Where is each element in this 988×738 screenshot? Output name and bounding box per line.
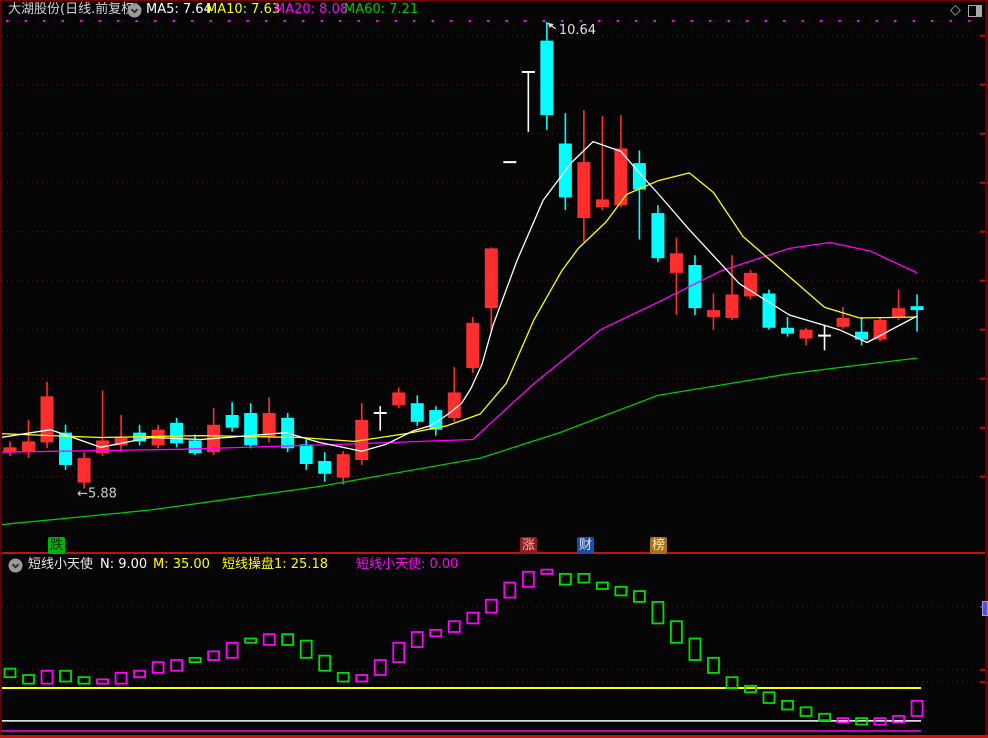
ma10-label: MA10: 7.63 — [206, 2, 281, 17]
indicator-value-angel: 短线小天使: 0.00 — [356, 557, 459, 572]
stock-title: 大湖股份(日线.前复权) — [8, 2, 140, 17]
svg-text:10.64: 10.64 — [559, 23, 596, 38]
main-chart-header: 大湖股份(日线.前复权) MA5: 7.64 MA10: 7.63 MA20: … — [0, 0, 988, 20]
window-border-left — [0, 0, 2, 738]
split-window-icon[interactable] — [968, 5, 982, 17]
right-edge-marker[interactable] — [982, 601, 988, 616]
footer-link-cai[interactable]: 财 — [577, 537, 594, 554]
indicator-header: 短线小天使 N: 9.00 M: 35.00 短线操盘1: 25.18 短线小天… — [0, 556, 988, 574]
collapse-indicator-icon[interactable] — [8, 558, 23, 573]
diamond-icon[interactable]: ◇ — [950, 0, 961, 20]
tdx-window: 10.64 ←5.88 大湖股份(日线.前复权) MA5: 7.64 MA10: … — [0, 0, 988, 738]
footer-link-bang[interactable]: 榜 — [650, 537, 667, 554]
footer-link-zhang[interactable]: 涨 — [520, 537, 537, 554]
panel-separator[interactable] — [0, 552, 988, 554]
ma5-label: MA5: 7.64 — [146, 2, 212, 17]
svg-text:←5.88: ←5.88 — [77, 486, 117, 501]
footer-link-die[interactable]: 跌 — [48, 537, 65, 554]
indicator-param-m: M: 35.00 — [153, 557, 210, 572]
ma20-label: MA20: 8.08 — [274, 2, 349, 17]
indicator-name: 短线小天使 — [28, 557, 94, 572]
chart-canvas[interactable]: 10.64 ←5.88 — [0, 0, 988, 738]
indicator-value-caopan: 短线操盘1: 25.18 — [222, 557, 328, 572]
split-window-icon-fill — [976, 6, 981, 16]
indicator-param-n: N: 9.00 — [100, 557, 148, 572]
ma60-label: MA60: 7.21 — [344, 2, 419, 17]
collapse-main-icon[interactable] — [127, 3, 142, 18]
